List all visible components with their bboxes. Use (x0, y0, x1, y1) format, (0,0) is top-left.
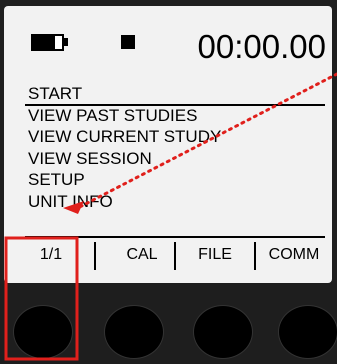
menu-item-start[interactable]: START (28, 83, 221, 105)
softkey-separator (254, 242, 256, 270)
softkey-cal[interactable]: CAL (112, 238, 172, 272)
softkey-separator (174, 242, 176, 270)
hardware-button-1[interactable] (13, 305, 73, 359)
lcd-screen: 00:00.00 START VIEW PAST STUDIES VIEW CU… (4, 6, 332, 283)
battery-icon (31, 34, 64, 51)
softkey-separator (94, 242, 96, 270)
battery-terminal (64, 38, 68, 46)
hardware-button-2[interactable] (104, 305, 164, 359)
menu-item-view-current-study[interactable]: VIEW CURRENT STUDY (28, 126, 221, 148)
menu-divider (25, 104, 325, 106)
elapsed-clock: 00:00.00 (197, 28, 326, 65)
menu-item-unit-info[interactable]: UNIT INFO (28, 191, 221, 213)
menu-item-view-session[interactable]: VIEW SESSION (28, 148, 221, 170)
menu-item-view-past-studies[interactable]: VIEW PAST STUDIES (28, 105, 221, 127)
softkey-comm[interactable]: COMM (258, 238, 330, 272)
menu-item-setup[interactable]: SETUP (28, 169, 221, 191)
softkey-file[interactable]: FILE (184, 238, 246, 272)
hardware-button-4[interactable] (278, 305, 337, 359)
softkey-bar: 1/1 CAL FILE COMM (4, 238, 332, 276)
hardware-button-3[interactable] (193, 305, 253, 359)
battery-level (33, 36, 55, 49)
softkey-page[interactable]: 1/1 (20, 238, 82, 272)
main-menu: START VIEW PAST STUDIES VIEW CURRENT STU… (28, 83, 221, 213)
device-panel: 00:00.00 START VIEW PAST STUDIES VIEW CU… (0, 0, 337, 364)
status-square-icon (121, 35, 135, 49)
